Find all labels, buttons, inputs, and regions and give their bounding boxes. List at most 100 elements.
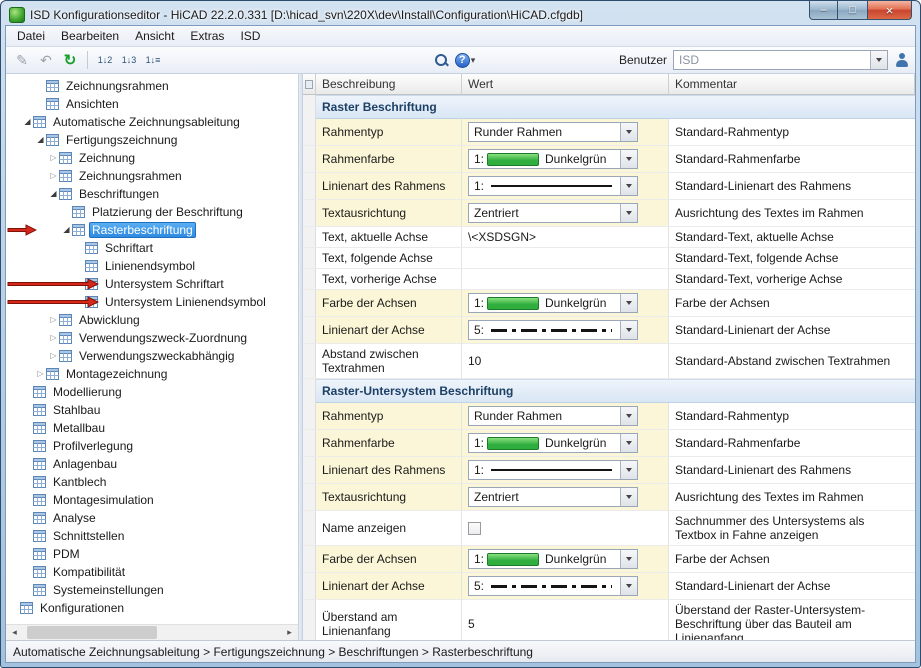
chevron-down-icon[interactable]	[620, 461, 637, 479]
expand-icon[interactable]: ▷	[48, 316, 59, 324]
chevron-down-icon[interactable]	[620, 434, 637, 452]
setting-label: Linienart der Achse	[316, 317, 462, 343]
tree-item-montagesimulation[interactable]: Montagesimulation	[6, 491, 298, 509]
expand-level-2-icon[interactable]: 1↓2	[94, 49, 116, 71]
expand-icon[interactable]: ▷	[35, 370, 46, 378]
tree-item-abwicklung[interactable]: ▷Abwicklung	[6, 311, 298, 329]
color-dropdown[interactable]: 1:Dunkelgrün	[468, 433, 638, 453]
menu-ansicht[interactable]: Ansicht	[127, 26, 182, 46]
maximize-button[interactable]: □	[838, 1, 867, 20]
color-dropdown[interactable]: 1:Dunkelgrün	[468, 293, 638, 313]
tree-item-ansichten[interactable]: Ansichten	[6, 95, 298, 113]
menu-datei[interactable]: Datei	[9, 26, 53, 46]
tree-item-schriftart[interactable]: Schriftart	[6, 239, 298, 257]
chevron-down-icon[interactable]	[620, 123, 637, 141]
linestyle-dropdown[interactable]: 1:	[468, 460, 638, 480]
tree-item-platzierung-der-beschriftung[interactable]: Platzierung der Beschriftung	[6, 203, 298, 221]
tree-item-rasterbeschriftung[interactable]: ◢Rasterbeschriftung	[6, 221, 298, 239]
menu-bearbeiten[interactable]: Bearbeiten	[53, 26, 127, 46]
dropdown[interactable]: Runder Rahmen	[468, 122, 638, 142]
collapse-icon[interactable]: ◢	[35, 136, 46, 144]
tree-item-beschriftungen[interactable]: ◢Beschriftungen	[6, 185, 298, 203]
value-text[interactable]: 10	[468, 354, 481, 368]
setting-label: Rahmentyp	[316, 403, 462, 429]
collapse-icon[interactable]: ◢	[48, 190, 59, 198]
value-text[interactable]: \<XSDSGN>	[468, 230, 536, 244]
expand-icon[interactable]: ▷	[48, 352, 59, 360]
tree-item-verwendungszweck-zuordnung[interactable]: ▷Verwendungszweck-Zuordnung	[6, 329, 298, 347]
tree-item-kantblech[interactable]: Kantblech	[6, 473, 298, 491]
tree-horizontal-scrollbar[interactable]: ◂ ▸	[6, 624, 298, 640]
expand-level-3-icon[interactable]: 1↓3	[118, 49, 140, 71]
chevron-down-icon[interactable]	[620, 407, 637, 425]
tree-item-linienendsymbol[interactable]: Linienendsymbol	[6, 257, 298, 275]
value-text[interactable]: 5	[468, 617, 475, 631]
help-button[interactable]: ? ▾	[454, 49, 476, 71]
column-header-beschreibung[interactable]: Beschreibung	[316, 74, 462, 95]
chevron-down-icon[interactable]	[620, 550, 637, 568]
chevron-down-icon[interactable]	[620, 577, 637, 595]
checkbox[interactable]	[468, 522, 481, 535]
expand-icon[interactable]: ▷	[48, 154, 59, 162]
linestyle-dropdown[interactable]: 5:	[468, 576, 638, 596]
tree-item-metallbau[interactable]: Metallbau	[6, 419, 298, 437]
scrollbar-thumb[interactable]	[27, 626, 157, 639]
chevron-down-icon[interactable]	[620, 321, 637, 339]
expand-icon[interactable]: ▷	[48, 334, 59, 342]
tree-item-untersystem-schriftart[interactable]: Untersystem Schriftart	[6, 275, 298, 293]
tree-item-montagezeichnung[interactable]: ▷Montagezeichnung	[6, 365, 298, 383]
menu-extras[interactable]: Extras	[182, 26, 232, 46]
linestyle-dropdown[interactable]: 1:	[468, 176, 638, 196]
chevron-down-icon[interactable]	[620, 488, 637, 506]
color-swatch	[487, 297, 539, 310]
menu-isd[interactable]: ISD	[232, 26, 268, 46]
undo-icon[interactable]: ↶	[35, 49, 57, 71]
tree-item-untersystem-linienendsymbol[interactable]: Untersystem Linienendsymbol	[6, 293, 298, 311]
tree-item-automatische-zeichnungsableitung[interactable]: ◢Automatische Zeichnungsableitung	[6, 113, 298, 131]
expand-all-icon[interactable]: 1↓≡	[142, 49, 164, 71]
dropdown[interactable]: Zentriert	[468, 203, 638, 223]
tree-item-fertigungszeichnung[interactable]: ◢Fertigungszeichnung	[6, 131, 298, 149]
column-header-wert[interactable]: Wert	[462, 74, 669, 95]
tree-item-zeichnungsrahmen[interactable]: ▷Zeichnungsrahmen	[6, 167, 298, 185]
edit-pencil-icon[interactable]: ✎	[11, 49, 33, 71]
search-button[interactable]	[430, 49, 452, 71]
refresh-icon[interactable]: ↻	[59, 49, 81, 71]
scrollbar-track[interactable]	[23, 625, 281, 640]
tree-item-konfigurationen[interactable]: Konfigurationen	[6, 599, 298, 617]
tree-item-analyse[interactable]: Analyse	[6, 509, 298, 527]
chevron-down-icon[interactable]	[870, 51, 887, 69]
tree-item-pdm[interactable]: PDM	[6, 545, 298, 563]
color-name: Dunkelgrün	[545, 296, 620, 310]
collapse-icon[interactable]: ◢	[61, 226, 72, 234]
chevron-down-icon[interactable]	[620, 150, 637, 168]
color-dropdown[interactable]: 1:Dunkelgrün	[468, 549, 638, 569]
titlebar[interactable]: ISD Konfigurationseditor - HiCAD 22.2.0.…	[5, 1, 916, 25]
chevron-down-icon[interactable]	[620, 204, 637, 222]
expand-icon[interactable]: ▷	[48, 172, 59, 180]
tree-item-zeichnungsrahmen[interactable]: Zeichnungsrahmen	[6, 77, 298, 95]
close-button[interactable]: ×	[867, 1, 912, 20]
tree-item-verwendungszweckabhängig[interactable]: ▷Verwendungszweckabhängig	[6, 347, 298, 365]
scroll-left-button[interactable]: ◂	[6, 625, 23, 640]
tree-item-schnittstellen[interactable]: Schnittstellen	[6, 527, 298, 545]
collapse-icon[interactable]: ◢	[22, 118, 33, 126]
color-dropdown[interactable]: 1:Dunkelgrün	[468, 149, 638, 169]
scroll-right-button[interactable]: ▸	[281, 625, 298, 640]
benutzer-combobox[interactable]: ISD	[673, 50, 888, 70]
linestyle-dropdown[interactable]: 5:	[468, 320, 638, 340]
user-icon[interactable]	[894, 52, 910, 68]
tree-item-kompatibilität[interactable]: Kompatibilität	[6, 563, 298, 581]
dropdown[interactable]: Runder Rahmen	[468, 406, 638, 426]
dropdown[interactable]: Zentriert	[468, 487, 638, 507]
tree-item-modellierung[interactable]: Modellierung	[6, 383, 298, 401]
tree-item-zeichnung[interactable]: ▷Zeichnung	[6, 149, 298, 167]
tree-item-systemeinstellungen[interactable]: Systemeinstellungen	[6, 581, 298, 599]
chevron-down-icon[interactable]	[620, 177, 637, 195]
column-header-kommentar[interactable]: Kommentar	[669, 74, 915, 95]
tree-item-stahlbau[interactable]: Stahlbau	[6, 401, 298, 419]
chevron-down-icon[interactable]	[620, 294, 637, 312]
minimize-button[interactable]: –	[809, 1, 838, 20]
tree-item-profilverlegung[interactable]: Profilverlegung	[6, 437, 298, 455]
tree-item-anlagenbau[interactable]: Anlagenbau	[6, 455, 298, 473]
